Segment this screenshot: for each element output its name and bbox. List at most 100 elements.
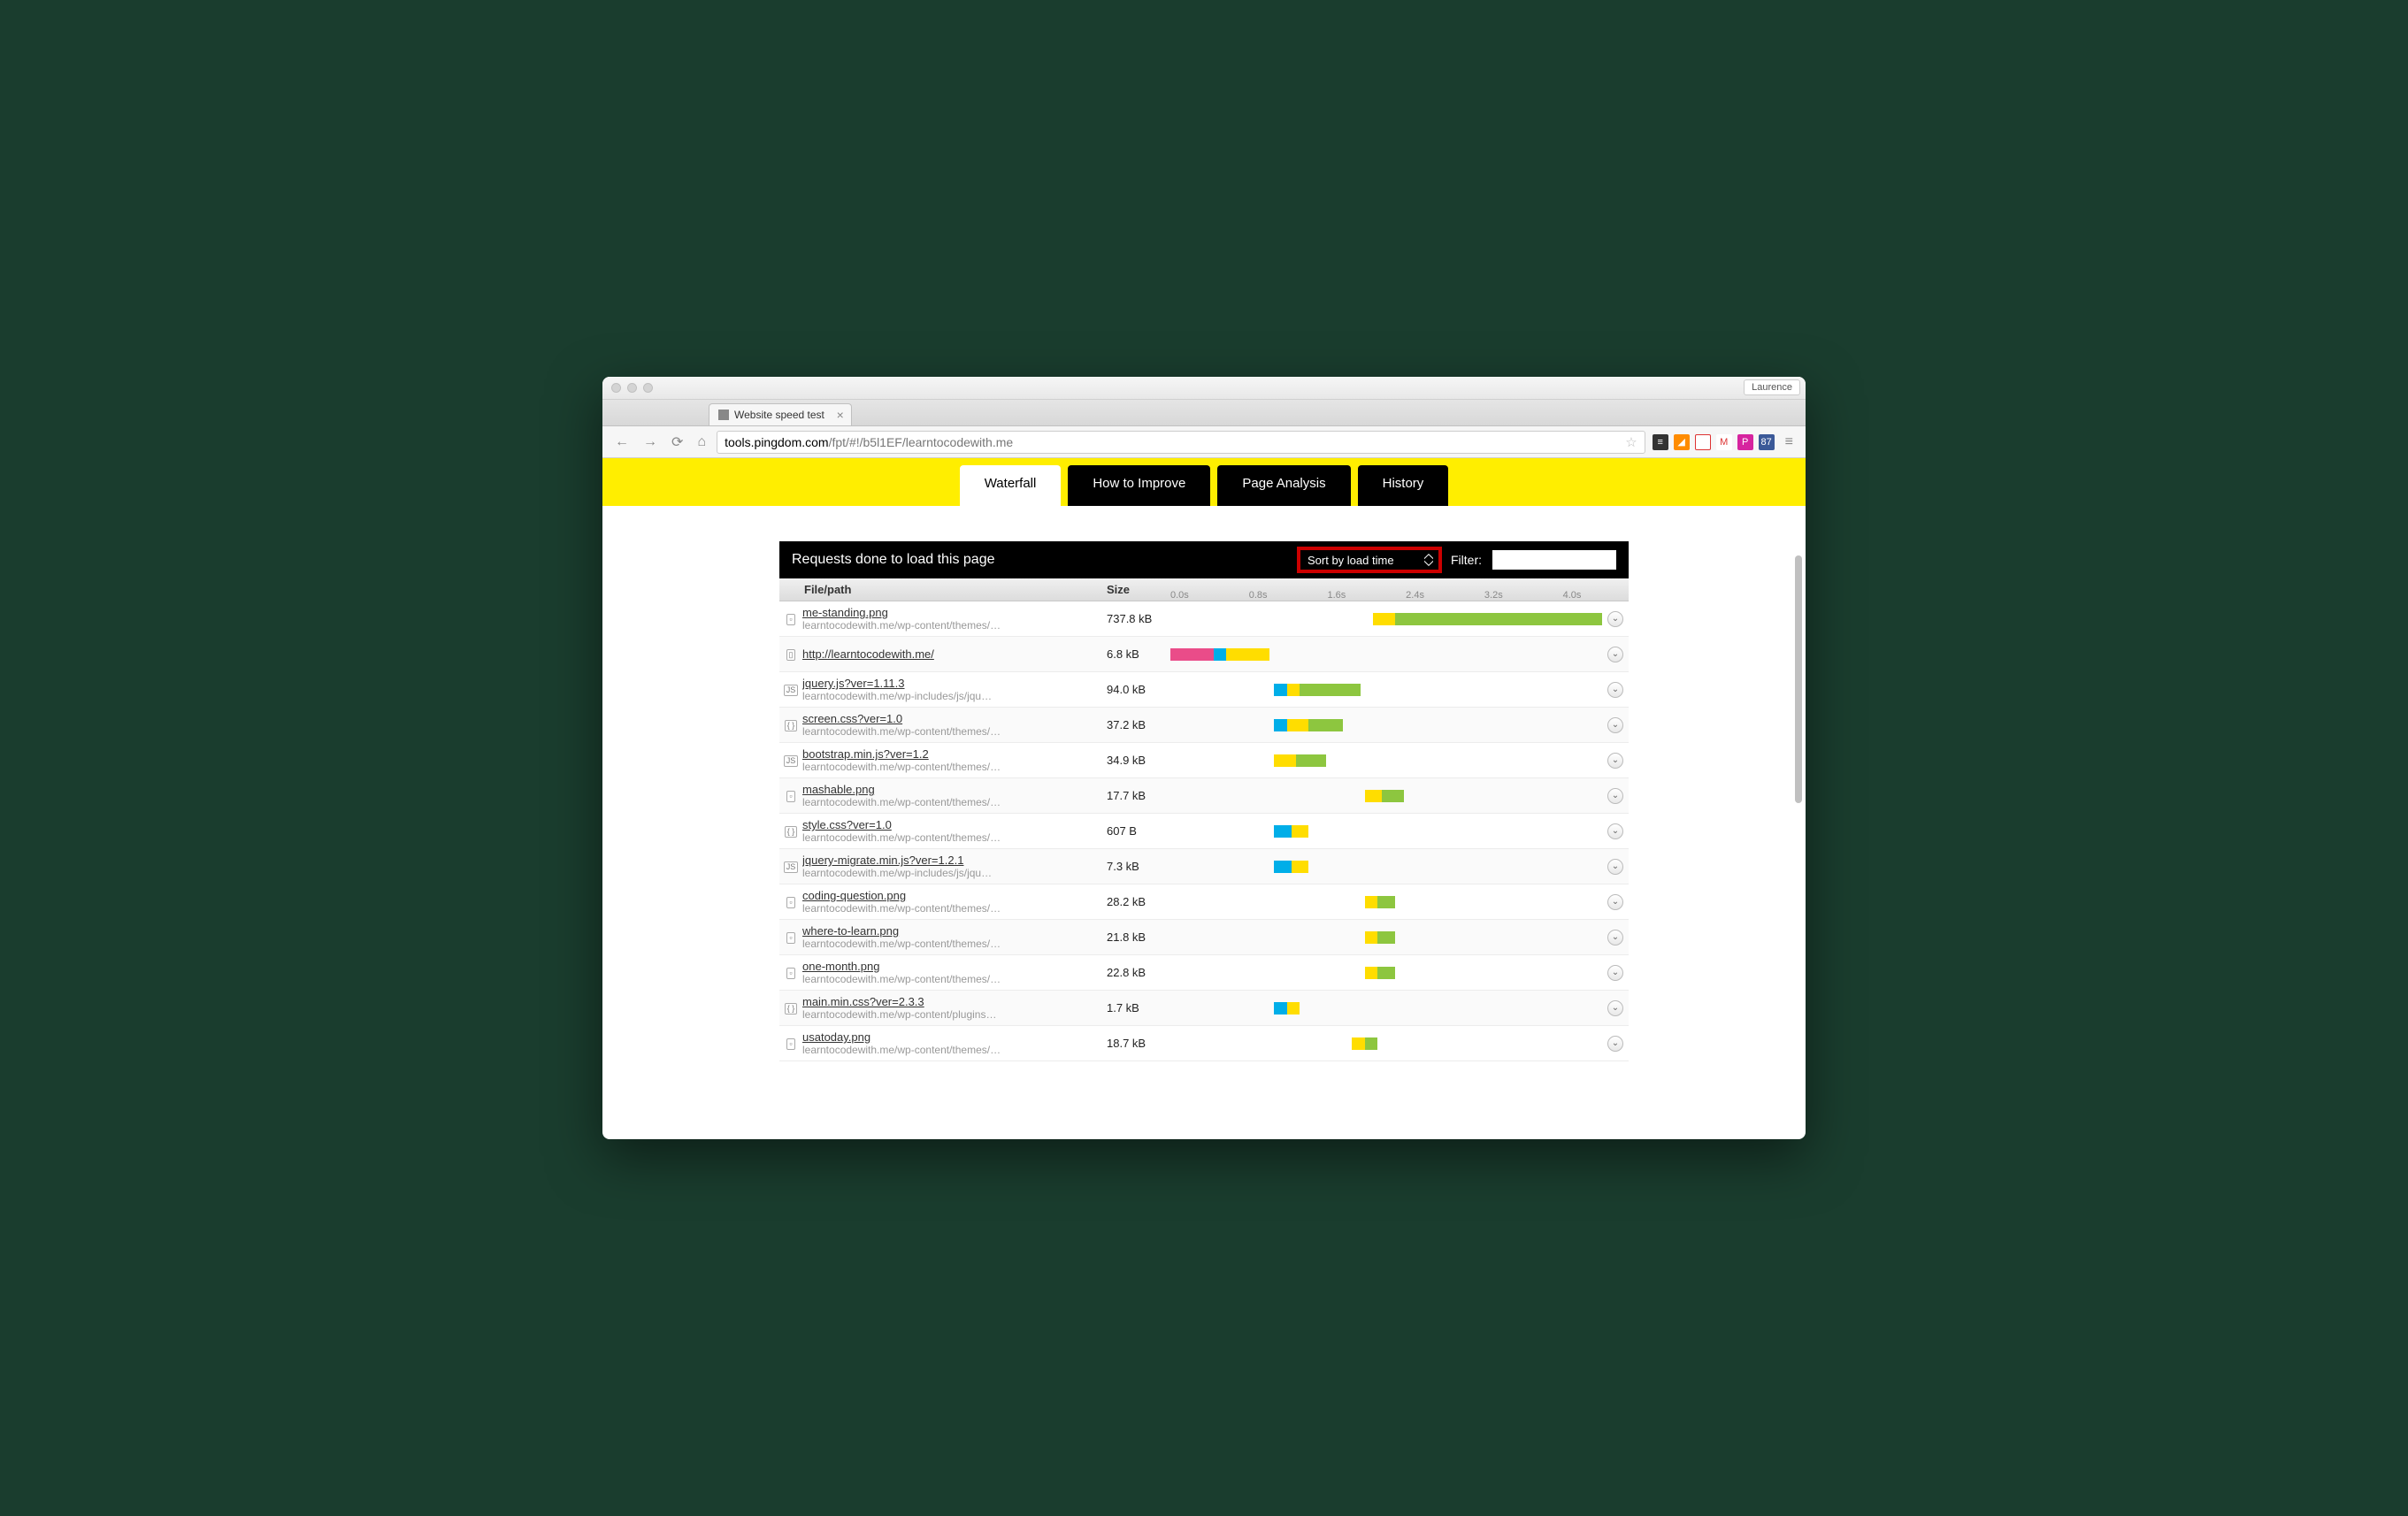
col-size-header[interactable]: Size <box>1107 583 1170 596</box>
timeline-bar <box>1170 930 1602 946</box>
extension-icon[interactable]: P <box>1737 434 1753 450</box>
img-file-icon: ▫ <box>779 789 802 802</box>
close-tab-icon[interactable]: × <box>837 408 844 422</box>
request-row: ▫where-to-learn.pnglearntocodewith.me/wp… <box>779 920 1629 955</box>
file-info: where-to-learn.pnglearntocodewith.me/wp-… <box>802 924 1107 950</box>
nav-tab-page-analysis[interactable]: Page Analysis <box>1217 465 1350 506</box>
doc-file-icon: ▯ <box>779 647 802 661</box>
file-name-link[interactable]: usatoday.png <box>802 1030 1107 1044</box>
file-size: 7.3 kB <box>1107 860 1170 873</box>
file-name-link[interactable]: one-month.png <box>802 960 1107 973</box>
minimize-window-icon[interactable] <box>627 383 637 393</box>
file-info: style.css?ver=1.0learntocodewith.me/wp-c… <box>802 818 1107 844</box>
panel-title: Requests done to load this page <box>792 552 1288 568</box>
column-header: File/path Size 0.0s0.8s1.6s2.4s3.2s4.0s <box>779 578 1629 601</box>
profile-badge[interactable]: Laurence <box>1744 379 1800 395</box>
timeline-bar <box>1170 682 1602 698</box>
favicon-icon <box>718 410 729 420</box>
home-button[interactable]: ⌂ <box>694 434 709 450</box>
file-size: 37.2 kB <box>1107 718 1170 731</box>
timeline-bar <box>1170 1036 1602 1052</box>
timing-segment-green <box>1395 613 1602 625</box>
timeline-bar <box>1170 1000 1602 1016</box>
request-row: ▯http://learntocodewith.me/6.8 kB⌄ <box>779 637 1629 672</box>
maximize-window-icon[interactable] <box>643 383 653 393</box>
request-rows: ▫me-standing.pnglearntocodewith.me/wp-co… <box>779 601 1629 1061</box>
timing-segment-blue <box>1274 861 1292 873</box>
file-path: learntocodewith.me/wp-content/plugins… <box>802 1008 1107 1021</box>
file-name-link[interactable]: jquery.js?ver=1.11.3 <box>802 677 1107 690</box>
file-name-link[interactable]: me-standing.png <box>802 606 1107 619</box>
sort-select[interactable]: Sort by load time <box>1299 548 1440 571</box>
time-tick: 4.0s <box>1563 590 1582 601</box>
file-size: 18.7 kB <box>1107 1037 1170 1050</box>
timing-segment-yellow <box>1287 719 1308 731</box>
timing-segment-pink <box>1170 648 1214 661</box>
file-name-link[interactable]: bootstrap.min.js?ver=1.2 <box>802 747 1107 761</box>
file-info: jquery.js?ver=1.11.3learntocodewith.me/w… <box>802 677 1107 702</box>
timeline-bar <box>1170 717 1602 733</box>
timeline-bar <box>1170 788 1602 804</box>
file-name-link[interactable]: where-to-learn.png <box>802 924 1107 938</box>
css-file-icon: { } <box>779 1001 802 1014</box>
url-field[interactable]: tools.pingdom.com/fpt/#!/b5l1EF/learntoc… <box>717 431 1645 454</box>
menu-icon[interactable]: ≡ <box>1782 434 1797 450</box>
close-window-icon[interactable] <box>611 383 621 393</box>
time-tick: 1.6s <box>1327 590 1346 601</box>
reload-button[interactable]: ⟳ <box>668 433 686 451</box>
file-name-link[interactable]: screen.css?ver=1.0 <box>802 712 1107 725</box>
expand-button[interactable]: ⌄ <box>1607 647 1623 662</box>
file-path: learntocodewith.me/wp-includes/js/jqu… <box>802 867 1107 879</box>
url-host: tools.pingdom.com <box>725 435 829 449</box>
extension-icon[interactable]: ◢ <box>1674 434 1690 450</box>
nav-tab-history[interactable]: History <box>1358 465 1449 506</box>
tab-strip: Website speed test × <box>602 400 1806 426</box>
back-button[interactable]: ← <box>611 434 633 450</box>
waterfall-panel: Requests done to load this page Sort by … <box>779 541 1629 1061</box>
file-name-link[interactable]: mashable.png <box>802 783 1107 796</box>
img-file-icon: ▫ <box>779 1037 802 1050</box>
timing-segment-yellow <box>1226 648 1269 661</box>
request-row: ▫mashable.pnglearntocodewith.me/wp-conte… <box>779 778 1629 814</box>
img-file-icon: ▫ <box>779 895 802 908</box>
file-name-link[interactable]: style.css?ver=1.0 <box>802 818 1107 831</box>
file-info: coding-question.pnglearntocodewith.me/wp… <box>802 889 1107 915</box>
expand-cell: ⌄ <box>1602 646 1629 662</box>
filter-input[interactable] <box>1492 550 1616 570</box>
file-name-link[interactable]: http://learntocodewith.me/ <box>802 647 1107 661</box>
timing-segment-yellow <box>1287 684 1300 696</box>
file-path: learntocodewith.me/wp-content/themes/… <box>802 796 1107 808</box>
window-controls[interactable] <box>611 383 653 393</box>
nav-tab-waterfall[interactable]: Waterfall <box>960 465 1062 506</box>
scrollbar[interactable] <box>1795 555 1802 803</box>
extension-icons: ≡ ◢ ◔ MP 87 <box>1653 434 1775 450</box>
file-name-link[interactable]: coding-question.png <box>802 889 1107 902</box>
nav-tab-how-to-improve[interactable]: How to Improve <box>1068 465 1210 506</box>
file-path: learntocodewith.me/wp-includes/js/jqu… <box>802 690 1107 702</box>
browser-tab[interactable]: Website speed test × <box>709 403 852 425</box>
extension-icon[interactable]: M <box>1716 434 1732 450</box>
file-info: me-standing.pnglearntocodewith.me/wp-con… <box>802 606 1107 632</box>
js-file-icon: JS <box>779 860 802 873</box>
timing-segment-yellow <box>1365 790 1383 802</box>
page-viewport: WaterfallHow to ImprovePage AnalysisHist… <box>602 458 1806 1139</box>
file-size: 607 B <box>1107 824 1170 838</box>
toolbar: ← → ⟳ ⌂ tools.pingdom.com/fpt/#!/b5l1EF/… <box>602 426 1806 458</box>
bookmark-star-icon[interactable]: ☆ <box>1625 434 1637 450</box>
forward-button[interactable]: → <box>640 434 661 450</box>
timing-segment-yellow <box>1292 861 1309 873</box>
chevron-down-icon: ⌄ <box>1612 649 1619 659</box>
request-row: ▫one-month.pnglearntocodewith.me/wp-cont… <box>779 955 1629 991</box>
timing-segment-blue <box>1274 684 1287 696</box>
file-info: http://learntocodewith.me/ <box>802 647 1107 661</box>
extension-icon[interactable]: 87 <box>1759 434 1775 450</box>
file-name-link[interactable]: main.min.css?ver=2.3.3 <box>802 995 1107 1008</box>
col-file-header[interactable]: File/path <box>779 583 1107 596</box>
extension-icon[interactable]: ≡ <box>1653 434 1668 450</box>
file-name-link[interactable]: jquery-migrate.min.js?ver=1.2.1 <box>802 854 1107 867</box>
timing-segment-green <box>1377 896 1395 908</box>
extension-icon[interactable]: ◔ <box>1695 434 1711 450</box>
timing-segment-blue <box>1274 719 1287 731</box>
file-size: 28.2 kB <box>1107 895 1170 908</box>
timing-segment-yellow <box>1365 931 1378 944</box>
